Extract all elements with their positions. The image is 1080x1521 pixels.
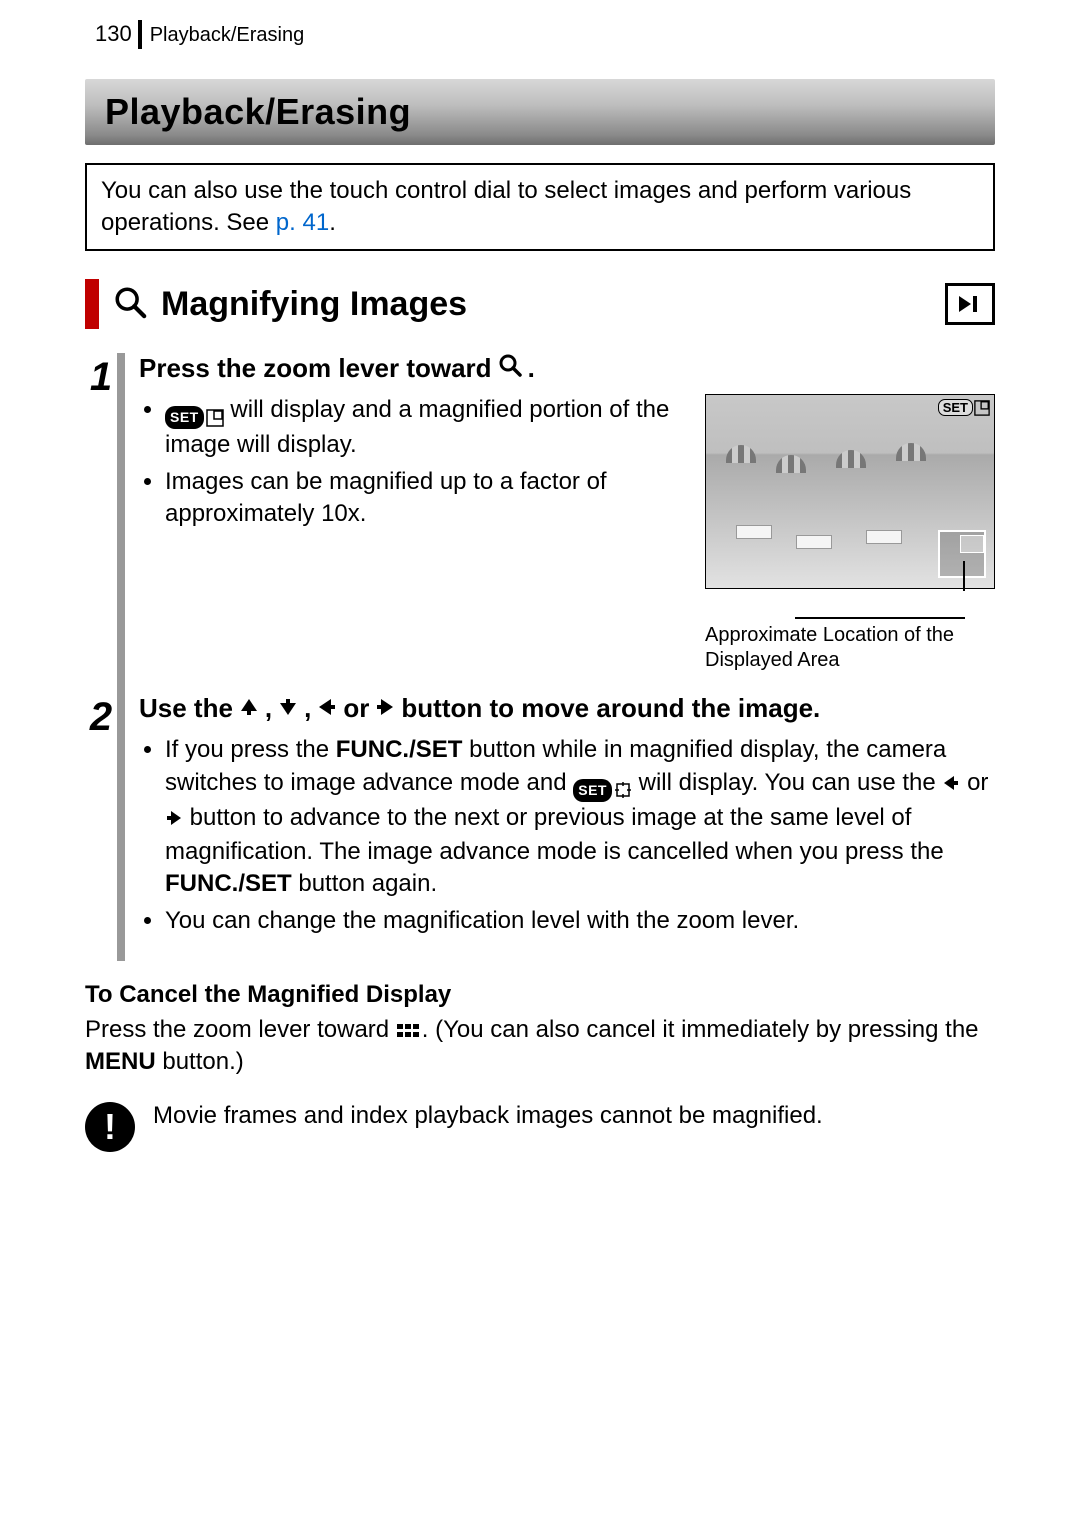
cancel-heading: To Cancel the Magnified Display bbox=[85, 979, 995, 1011]
magnify-icon bbox=[113, 285, 147, 324]
note-row: ! Movie frames and index playback images… bbox=[85, 1102, 995, 1152]
intro-callout: You can also use the touch control dial … bbox=[85, 163, 995, 252]
example-photo-block: SET Approximate Location of the Disp bbox=[705, 394, 995, 673]
arrow-left-icon bbox=[942, 769, 960, 801]
step2-head-c: , bbox=[304, 693, 311, 724]
steps-container: 1 Press the zoom lever toward . SET bbox=[85, 353, 995, 961]
intro-text-a: You can also use the touch control dial … bbox=[101, 177, 911, 236]
page-header: 130 Playback/Erasing bbox=[0, 0, 1080, 49]
note-text: Movie frames and index playback images c… bbox=[153, 1102, 823, 1130]
arrow-down-icon bbox=[278, 693, 298, 724]
step-number: 2 bbox=[85, 693, 125, 961]
step-1: 1 Press the zoom lever toward . SET bbox=[85, 353, 995, 693]
cancel-a: Press the zoom lever toward bbox=[85, 1016, 396, 1043]
magnify-icon bbox=[498, 353, 522, 377]
set-label: SET bbox=[938, 399, 973, 416]
b1-f: button again. bbox=[292, 870, 437, 897]
func-set-label-2: FUNC./SET bbox=[165, 870, 292, 897]
section-title: Magnifying Images bbox=[161, 285, 931, 324]
step1-bullet-2: Images can be magnified up to a factor o… bbox=[165, 466, 685, 531]
chapter-title-bar: Playback/Erasing bbox=[85, 79, 995, 145]
b1-e: button to advance to the next or previou… bbox=[165, 804, 944, 865]
section-heading: Magnifying Images bbox=[85, 279, 995, 329]
cancel-section: To Cancel the Magnified Display Press th… bbox=[85, 979, 995, 1078]
arrow-right-icon bbox=[375, 693, 395, 724]
set-label: SET bbox=[573, 779, 612, 802]
step2-head-d: or bbox=[343, 693, 369, 724]
arrow-left-icon bbox=[317, 693, 337, 724]
b1-c: will display. You can use the bbox=[639, 769, 943, 796]
set-advance-badge: SET bbox=[573, 779, 632, 802]
photo-caption: Approximate Location of the Displayed Ar… bbox=[705, 623, 995, 673]
step2-head-a: Use the bbox=[139, 693, 233, 724]
cancel-b: . (You can also cancel it immediately by… bbox=[422, 1016, 979, 1043]
set-magnify-badge: SET bbox=[165, 406, 224, 429]
warning-icon: ! bbox=[85, 1102, 135, 1152]
step1-bullet-1: SET will display and a magnified portion… bbox=[165, 394, 685, 461]
photo-set-overlay: SET bbox=[938, 399, 990, 416]
example-photo: SET bbox=[705, 394, 995, 589]
step2-bullet-1: If you press the FUNC./SET button while … bbox=[165, 734, 995, 900]
chapter-title: Playback/Erasing bbox=[105, 91, 411, 132]
step2-bullet-2: You can change the magnification level w… bbox=[165, 905, 995, 937]
page-ref-link[interactable]: p. 41 bbox=[276, 209, 329, 236]
nav-indicator-box bbox=[938, 530, 986, 578]
menu-label: MENU bbox=[85, 1048, 156, 1075]
intro-text-b: . bbox=[329, 209, 336, 236]
step1-bullet1-text: will display and a magnified portion of … bbox=[165, 396, 669, 458]
arrow-up-icon bbox=[239, 693, 259, 724]
breadcrumb: Playback/Erasing bbox=[150, 24, 305, 49]
func-set-label: FUNC./SET bbox=[336, 736, 463, 763]
step1-head-a: Press the zoom lever toward bbox=[139, 353, 492, 384]
cancel-c: button.) bbox=[156, 1048, 244, 1075]
step-2: 2 Use the , , or button to move around t… bbox=[85, 693, 995, 961]
arrow-right-icon bbox=[165, 804, 183, 836]
step-number: 1 bbox=[85, 353, 125, 693]
set-label: SET bbox=[165, 406, 204, 429]
step1-head-b: . bbox=[528, 353, 535, 384]
b1-d: or bbox=[967, 769, 988, 796]
index-view-icon bbox=[396, 1021, 422, 1041]
section-accent-bar bbox=[85, 279, 99, 329]
b1-a: If you press the bbox=[165, 736, 336, 763]
step2-head-b: , bbox=[265, 693, 272, 724]
page-number: 130 bbox=[95, 20, 142, 49]
playback-mode-icon bbox=[945, 283, 995, 325]
step2-head-e: button to move around the image. bbox=[401, 693, 820, 724]
